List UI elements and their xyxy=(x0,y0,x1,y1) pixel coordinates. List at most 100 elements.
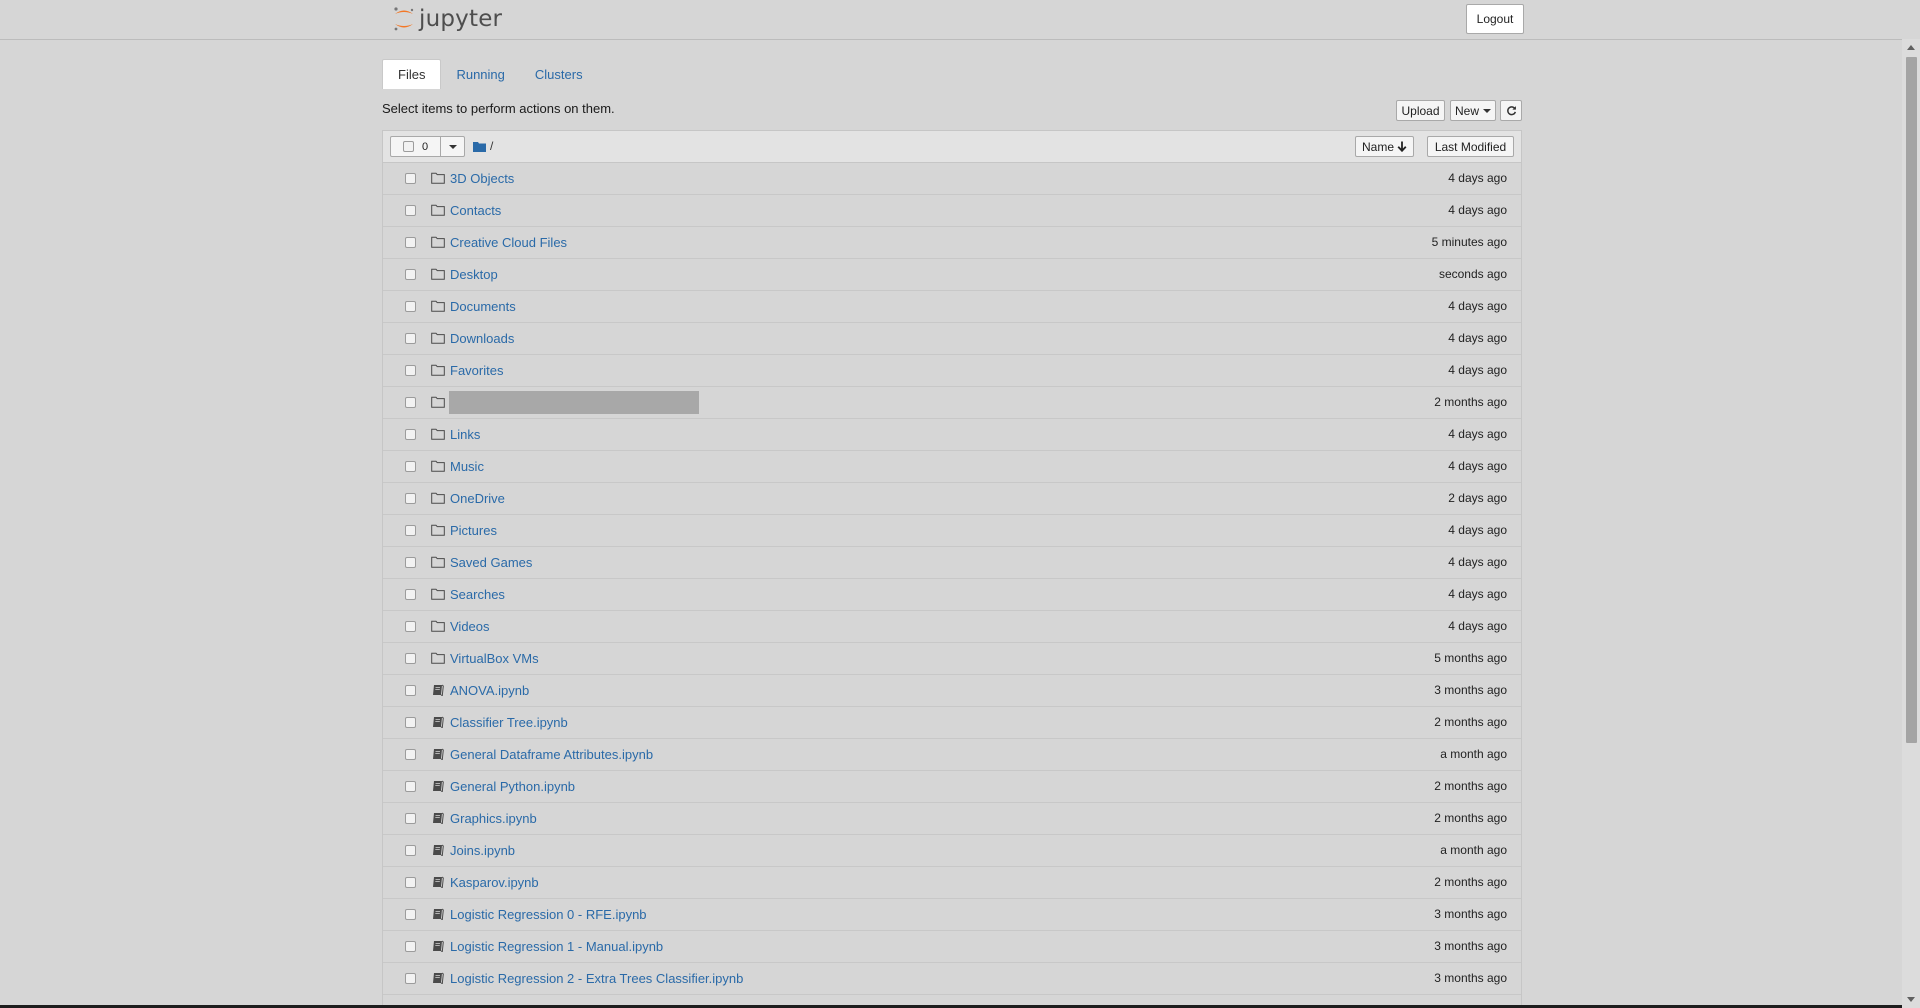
item-name-link[interactable]: Favorites xyxy=(450,363,503,378)
sort-by-name-button[interactable]: Name xyxy=(1355,136,1414,157)
file-row[interactable]: 3D Objects 4 days ago xyxy=(383,163,1521,195)
row-checkbox[interactable] xyxy=(405,941,416,952)
item-name-link[interactable]: Creative Cloud Files xyxy=(450,235,567,250)
file-row[interactable]: Logistic Regression 1 - Manual.ipynb 3 mo… xyxy=(383,931,1521,963)
item-name-link[interactable]: Contacts xyxy=(450,203,501,218)
file-row[interactable]: Joins.ipynb a month ago xyxy=(383,835,1521,867)
item-name-link[interactable]: General Python.ipynb xyxy=(450,779,575,794)
file-row[interactable]: Downloads 4 days ago xyxy=(383,323,1521,355)
scroll-up-icon[interactable] xyxy=(1907,45,1915,50)
tab-clusters[interactable]: Clusters xyxy=(520,59,598,89)
row-checkbox[interactable] xyxy=(405,973,416,984)
file-row[interactable]: Creative Cloud Files 5 minutes ago xyxy=(383,227,1521,259)
select-menu-button[interactable] xyxy=(441,137,464,156)
row-checkbox[interactable] xyxy=(405,749,416,760)
row-checkbox[interactable] xyxy=(405,365,416,376)
item-name-link[interactable]: Graphics.ipynb xyxy=(450,811,537,826)
row-checkbox[interactable] xyxy=(405,429,416,440)
row-checkbox[interactable] xyxy=(405,237,416,248)
item-name-link[interactable]: 3D Objects xyxy=(450,171,514,186)
vertical-scrollbar[interactable] xyxy=(1902,39,1920,1008)
file-row[interactable]: ANOVA.ipynb 3 months ago xyxy=(383,675,1521,707)
file-row[interactable]: Graphics.ipynb 2 months ago xyxy=(383,803,1521,835)
item-name-link[interactable]: General Dataframe Attributes.ipynb xyxy=(450,747,653,762)
tab-files[interactable]: Files xyxy=(382,59,442,89)
row-checkbox[interactable] xyxy=(405,685,416,696)
file-row[interactable]: Classifier Tree.ipynb 2 months ago xyxy=(383,707,1521,739)
row-checkbox[interactable] xyxy=(405,333,416,344)
file-row[interactable]: Pictures 4 days ago xyxy=(383,515,1521,547)
row-checkbox[interactable] xyxy=(405,557,416,568)
select-all-checkbox-area[interactable]: 0 xyxy=(391,137,441,156)
row-checkbox[interactable] xyxy=(405,461,416,472)
row-checkbox[interactable] xyxy=(405,877,416,888)
file-row[interactable]: Favorites 4 days ago xyxy=(383,355,1521,387)
item-name-link[interactable]: Joins.ipynb xyxy=(450,843,515,858)
item-name-link[interactable]: Kasparov.ipynb xyxy=(450,875,539,890)
row-checkbox[interactable] xyxy=(405,621,416,632)
row-checkbox[interactable] xyxy=(405,301,416,312)
last-modified: 4 days ago xyxy=(1448,363,1507,377)
select-all-checkbox[interactable] xyxy=(402,141,414,152)
file-row[interactable]: Saved Games 4 days ago xyxy=(383,547,1521,579)
sort-by-modified-button[interactable]: Last Modified xyxy=(1427,136,1514,157)
file-row[interactable]: Videos 4 days ago xyxy=(383,611,1521,643)
item-name-link[interactable]: Music xyxy=(450,459,484,474)
file-row[interactable]: 2 months ago xyxy=(383,387,1521,419)
scroll-down-icon[interactable] xyxy=(1907,997,1915,1002)
file-row[interactable]: Logistic Regression 2 - Extra Trees Clas… xyxy=(383,963,1521,995)
folder-icon xyxy=(431,556,445,568)
item-name-link[interactable]: Documents xyxy=(450,299,516,314)
redacted-name[interactable] xyxy=(449,391,699,414)
file-row[interactable]: Kasparov.ipynb 2 months ago xyxy=(383,867,1521,899)
file-row[interactable]: Logistic Regression 0 - RFE.ipynb 3 month… xyxy=(383,899,1521,931)
file-row[interactable]: Links 4 days ago xyxy=(383,419,1521,451)
row-checkbox[interactable] xyxy=(405,589,416,600)
row-checkbox[interactable] xyxy=(405,397,416,408)
jupyter-logo[interactable]: jupyter xyxy=(392,4,502,34)
logout-button[interactable]: Logout xyxy=(1466,4,1524,34)
item-name-link[interactable]: Saved Games xyxy=(450,555,532,570)
item-name-link[interactable]: Desktop xyxy=(450,267,498,282)
file-row[interactable]: Music 4 days ago xyxy=(383,451,1521,483)
row-checkbox[interactable] xyxy=(405,653,416,664)
scrollbar-thumb[interactable] xyxy=(1906,57,1917,743)
upload-button[interactable]: Upload xyxy=(1396,100,1445,121)
item-name-link[interactable]: Pictures xyxy=(450,523,497,538)
item-name-link[interactable]: Searches xyxy=(450,587,505,602)
folder-icon[interactable] xyxy=(473,141,486,152)
row-checkbox[interactable] xyxy=(405,845,416,856)
notebook-icon xyxy=(431,876,445,889)
file-row[interactable]: VirtualBox VMs 5 months ago xyxy=(383,643,1521,675)
row-checkbox[interactable] xyxy=(405,813,416,824)
item-name-link[interactable]: Logistic Regression 1 - Manual.ipynb xyxy=(450,939,663,954)
row-checkbox[interactable] xyxy=(405,205,416,216)
item-name-link[interactable]: Links xyxy=(450,427,480,442)
file-row[interactable]: General Python.ipynb 2 months ago xyxy=(383,771,1521,803)
tab-running[interactable]: Running xyxy=(441,59,519,89)
file-row[interactable]: Contacts 4 days ago xyxy=(383,195,1521,227)
row-checkbox[interactable] xyxy=(405,717,416,728)
file-row[interactable]: Desktop seconds ago xyxy=(383,259,1521,291)
new-dropdown-button[interactable]: New xyxy=(1450,100,1496,121)
item-name-link[interactable]: Videos xyxy=(450,619,490,634)
row-checkbox[interactable] xyxy=(405,525,416,536)
item-name-link[interactable]: OneDrive xyxy=(450,491,505,506)
file-row[interactable]: Documents 4 days ago xyxy=(383,291,1521,323)
refresh-button[interactable] xyxy=(1500,100,1522,121)
row-checkbox[interactable] xyxy=(405,173,416,184)
row-checkbox[interactable] xyxy=(405,909,416,920)
file-row[interactable]: Searches 4 days ago xyxy=(383,579,1521,611)
item-name-link[interactable]: Logistic Regression 0 - RFE.ipynb xyxy=(450,907,647,922)
item-name-link[interactable]: Downloads xyxy=(450,331,514,346)
row-checkbox[interactable] xyxy=(405,269,416,280)
item-name-link[interactable]: VirtualBox VMs xyxy=(450,651,539,666)
row-checkbox[interactable] xyxy=(405,493,416,504)
file-row[interactable]: General Dataframe Attributes.ipynb a mont… xyxy=(383,739,1521,771)
item-name-link[interactable]: Classifier Tree.ipynb xyxy=(450,715,568,730)
row-checkbox[interactable] xyxy=(405,781,416,792)
breadcrumb-root[interactable]: / xyxy=(490,139,493,153)
item-name-link[interactable]: ANOVA.ipynb xyxy=(450,683,529,698)
item-name-link[interactable]: Logistic Regression 2 - Extra Trees Clas… xyxy=(450,971,743,986)
file-row[interactable]: OneDrive 2 days ago xyxy=(383,483,1521,515)
